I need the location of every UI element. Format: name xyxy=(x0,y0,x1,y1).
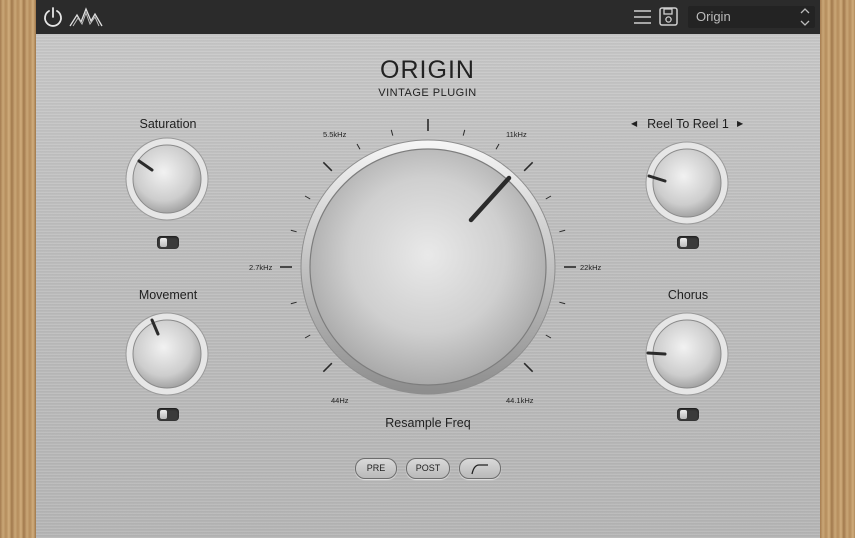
scale-tick xyxy=(545,334,552,339)
chorus-knob-pointer xyxy=(646,351,667,356)
scale-tick xyxy=(290,229,297,233)
preset-up-down-icon[interactable] xyxy=(799,6,811,28)
scale-tick xyxy=(356,143,361,150)
preset-name: Origin xyxy=(696,9,731,24)
movement-toggle[interactable] xyxy=(157,408,179,421)
movement-knob[interactable] xyxy=(125,312,211,398)
filter-curve-icon xyxy=(471,464,488,475)
saturation-toggle[interactable] xyxy=(157,236,179,249)
filter-button[interactable] xyxy=(459,458,501,479)
post-button[interactable]: POST xyxy=(406,458,450,479)
chorus-knob[interactable] xyxy=(645,312,731,398)
scale-tick xyxy=(304,195,311,200)
scale-tick xyxy=(322,362,333,373)
scale-tick xyxy=(523,161,534,172)
resample-freq-label: Resample Freq xyxy=(385,416,471,430)
scale-tick xyxy=(559,229,566,233)
reel-prev-arrow-icon[interactable]: ◀ xyxy=(631,119,637,128)
reel-next-arrow-icon[interactable]: ▶ xyxy=(737,119,743,128)
preset-selector[interactable]: Origin xyxy=(688,6,815,28)
waveform-logo-icon xyxy=(69,7,103,27)
saturation-label: Saturation xyxy=(139,117,197,131)
hamburger-menu-icon[interactable] xyxy=(633,9,652,25)
scale-tick xyxy=(290,301,297,305)
save-icon[interactable] xyxy=(659,7,678,26)
pre-button[interactable]: PRE xyxy=(355,458,397,479)
scale-tick xyxy=(495,143,500,150)
scale-tick xyxy=(523,362,534,373)
movement-label: Movement xyxy=(138,288,198,302)
saturation-knob[interactable] xyxy=(125,137,211,223)
scale-tick xyxy=(545,195,552,200)
plugin-subtitle: VINTAGE PLUGIN xyxy=(378,87,477,99)
scale-tick xyxy=(462,129,466,136)
scale-tick xyxy=(322,161,333,172)
reel-to-reel-toggle[interactable] xyxy=(677,236,699,249)
power-icon[interactable] xyxy=(42,6,64,28)
resample-freq-knob-area xyxy=(280,119,576,395)
scale-tick xyxy=(559,301,566,305)
chorus-label: Chorus xyxy=(667,288,709,302)
resample-freq-knob[interactable] xyxy=(309,148,547,386)
plugin-window: Origin ORIGIN VINTAGE PLUGIN Saturation … xyxy=(0,0,855,538)
chorus-toggle[interactable] xyxy=(677,408,699,421)
scale-tick xyxy=(390,129,394,136)
scale-tick xyxy=(304,334,311,339)
reel-to-reel-knob[interactable] xyxy=(645,141,731,227)
plugin-title: ORIGIN xyxy=(380,56,475,84)
